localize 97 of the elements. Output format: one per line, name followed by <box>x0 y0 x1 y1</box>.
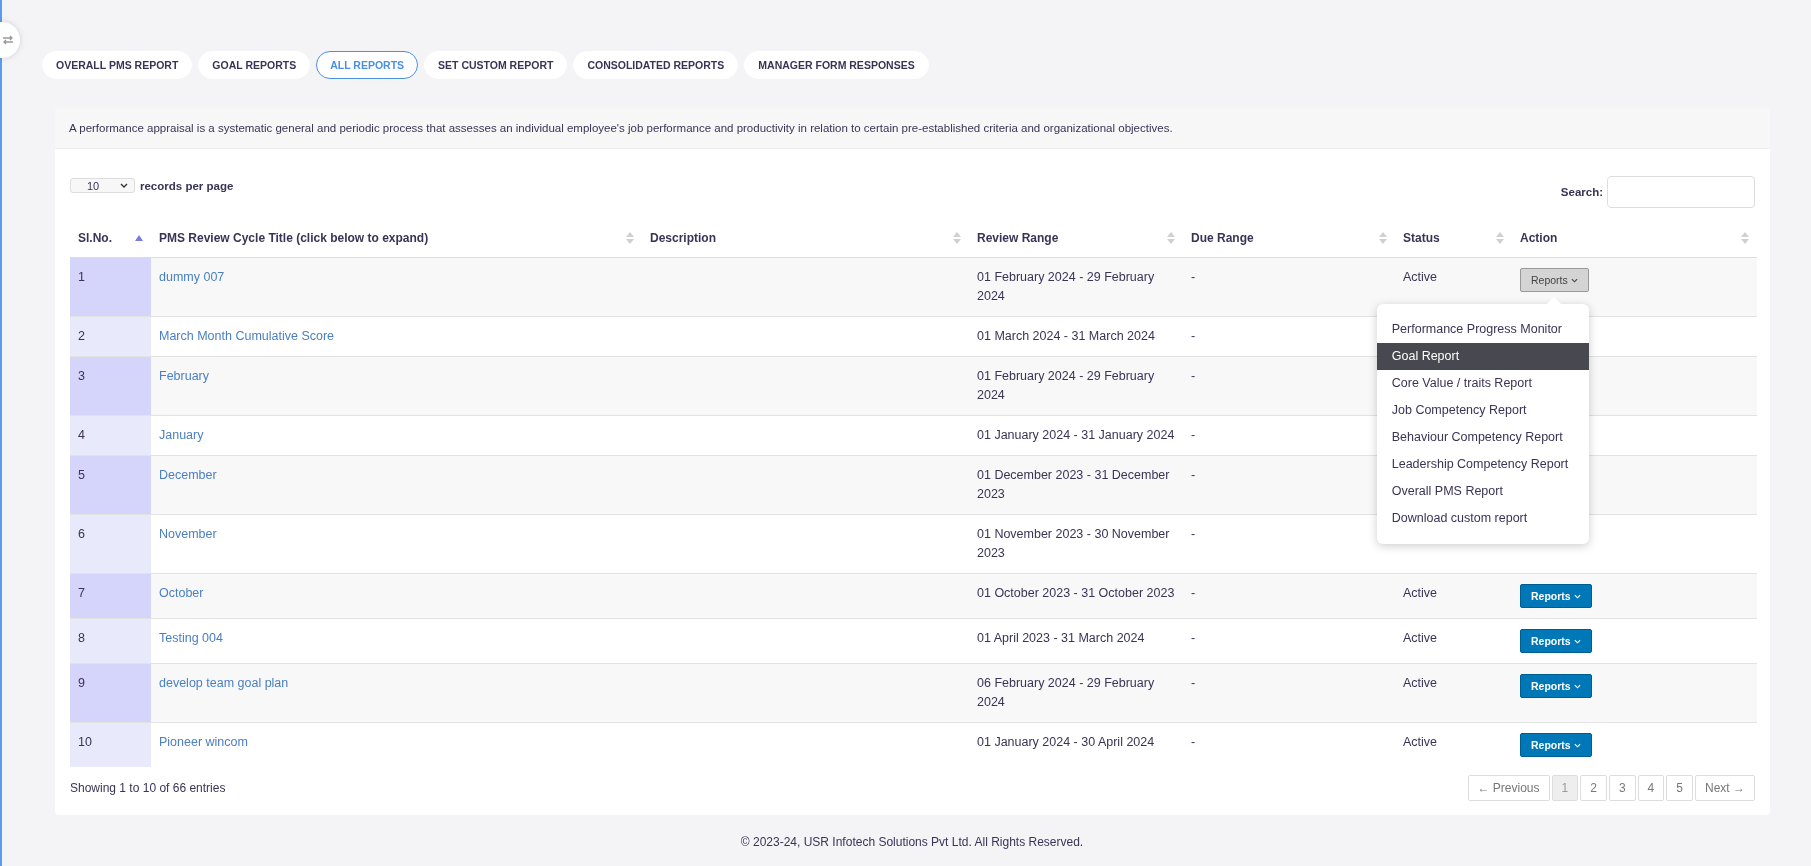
review-range: 01 February 2024 - 29 February 2024 <box>977 270 1155 303</box>
chevron-down-icon <box>1573 683 1581 689</box>
reports-dropdown-button[interactable]: Reports <box>1520 268 1589 292</box>
sort-icon[interactable] <box>953 232 961 244</box>
search-label: Search: <box>1560 186 1603 198</box>
status-text: Active <box>1403 631 1438 645</box>
column-header[interactable]: Action <box>1520 231 1558 245</box>
cycle-title-link[interactable]: December <box>159 468 217 482</box>
report-tab[interactable]: GOAL REPORTS <box>198 51 311 79</box>
sort-icon[interactable] <box>1496 232 1504 244</box>
report-tab[interactable]: SET CUSTOM REPORT <box>424 51 568 79</box>
cycle-title-link[interactable]: November <box>159 527 217 541</box>
chevron-down-icon <box>120 183 128 188</box>
status-text: Active <box>1403 586 1438 600</box>
menu-item[interactable]: Behaviour Competency Report <box>1376 424 1589 451</box>
status-text: Active <box>1403 270 1438 284</box>
due-range: - <box>1191 527 1196 541</box>
row-number: 7 <box>78 586 85 600</box>
search-field[interactable] <box>1607 176 1755 208</box>
review-range: 01 February 2024 - 29 February 2024 <box>977 369 1155 402</box>
status-text: Active <box>1403 735 1438 749</box>
cycle-title-link[interactable]: March Month Cumulative Score <box>159 329 335 343</box>
page-button[interactable]: 2 <box>1580 775 1607 801</box>
page-button[interactable]: Next → <box>1695 775 1755 801</box>
sort-ascending-icon[interactable] <box>135 235 143 241</box>
reports-dropdown-button[interactable]: Reports <box>1520 584 1592 608</box>
cycle-title-link[interactable]: Pioneer wincom <box>159 735 248 749</box>
copyright-text: © 2023-24, USR Infotech Solutions Pvt Ltd. All Rights Reserved. <box>739 835 1085 849</box>
page-size-label: records per page <box>140 179 234 192</box>
cycle-title-link[interactable]: dummy 007 <box>159 270 225 284</box>
column-header[interactable]: Status <box>1403 231 1440 245</box>
row-number: 5 <box>78 468 85 482</box>
due-range: - <box>1191 369 1196 383</box>
due-range: - <box>1191 468 1196 482</box>
cycle-title-link[interactable]: October <box>159 586 204 600</box>
menu-item[interactable]: Job Competency Report <box>1376 397 1589 424</box>
status-text: Active <box>1403 676 1438 690</box>
review-range: 01 April 2023 - 31 March 2024 <box>977 631 1145 645</box>
row-number: 6 <box>78 527 85 541</box>
reports-dropdown-button[interactable]: Reports <box>1520 629 1592 653</box>
row-number: 9 <box>78 676 85 690</box>
due-range: - <box>1191 586 1196 600</box>
column-header[interactable]: Due Range <box>1191 231 1254 245</box>
chevron-down-icon <box>1573 593 1581 599</box>
menu-item[interactable]: Overall PMS Report <box>1376 478 1589 505</box>
review-range: 01 December 2023 - 31 December 2023 <box>977 468 1170 501</box>
page-size-select[interactable]: 10 <box>70 178 135 193</box>
review-range: 01 January 2024 - 31 January 2024 <box>977 428 1175 442</box>
sort-icon[interactable] <box>1167 232 1175 244</box>
chevron-down-icon <box>1570 277 1578 283</box>
menu-item[interactable]: Leadership Competency Report <box>1376 451 1589 478</box>
swap-arrows-icon <box>2 35 14 45</box>
review-range: 01 March 2024 - 31 March 2024 <box>977 329 1155 343</box>
row-number: 1 <box>78 270 85 284</box>
column-header[interactable]: Review Range <box>977 231 1059 245</box>
cycle-title-link[interactable]: January <box>159 428 204 442</box>
chevron-down-icon <box>1573 638 1581 644</box>
due-range: - <box>1191 428 1196 442</box>
due-range: - <box>1191 329 1196 343</box>
cycle-title-link[interactable]: Testing 004 <box>159 631 223 645</box>
due-range: - <box>1191 676 1196 690</box>
row-number: 4 <box>78 428 85 442</box>
page-button[interactable]: ← Previous <box>1467 775 1550 801</box>
due-range: - <box>1191 735 1196 749</box>
column-header[interactable]: Description <box>650 231 716 245</box>
review-range: 01 November 2023 - 30 November 2023 <box>977 527 1170 560</box>
report-tab[interactable]: MANAGER FORM RESPONSES <box>744 51 929 79</box>
menu-item[interactable]: Performance Progress Monitor <box>1376 316 1589 343</box>
cycle-title-link[interactable]: February <box>159 369 210 383</box>
row-number: 3 <box>78 369 85 383</box>
report-tab[interactable]: CONSOLIDATED REPORTS <box>573 51 739 79</box>
sort-icon[interactable] <box>1379 232 1387 244</box>
sort-icon[interactable] <box>1741 232 1749 244</box>
review-range: 06 February 2024 - 29 February 2024 <box>977 676 1155 709</box>
column-header[interactable]: PMS Review Cycle Title (click below to expand) <box>159 231 429 245</box>
review-range: 01 October 2023 - 31 October 2023 <box>977 586 1175 600</box>
column-header[interactable]: Sl.No. <box>78 231 112 245</box>
menu-item[interactable]: Core Value / traits Report <box>1376 370 1589 397</box>
due-range: - <box>1191 631 1196 645</box>
entries-info: Showing 1 to 10 of 66 entries <box>70 781 226 795</box>
menu-item[interactable]: Goal Report <box>1376 343 1589 370</box>
cycle-title-link[interactable]: develop team goal plan <box>159 676 289 690</box>
intro-text: A performance appraisal is a systematic general and periodic process that assesses an individual employee's job performance and productivity in relation to certain pre-established criteria and organizational objectives. <box>55 108 1770 149</box>
chevron-down-icon <box>1573 742 1581 748</box>
due-range: - <box>1191 270 1196 284</box>
report-tab[interactable]: OVERALL PMS REPORT <box>42 51 193 79</box>
sort-icon[interactable] <box>626 232 634 244</box>
row-number: 2 <box>78 329 85 343</box>
reports-dropdown-button[interactable]: Reports <box>1520 674 1592 698</box>
row-number: 8 <box>78 631 85 645</box>
page-button[interactable]: 5 <box>1666 775 1693 801</box>
page-button[interactable]: 3 <box>1608 775 1636 801</box>
menu-item[interactable]: Download custom report <box>1376 505 1589 532</box>
reports-dropdown-button[interactable]: Reports <box>1520 733 1592 757</box>
review-range: 01 January 2024 - 30 April 2024 <box>977 735 1155 749</box>
page-button[interactable]: 4 <box>1637 775 1665 801</box>
row-number: 10 <box>78 735 92 749</box>
